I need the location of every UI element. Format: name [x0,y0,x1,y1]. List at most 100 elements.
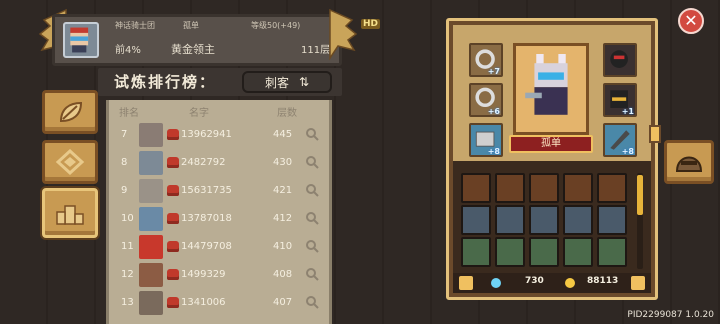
hd-badge: HD [361,19,381,29]
slot-plus: +8 [621,147,634,156]
magnifier-icon[interactable] [305,127,319,141]
avatar [63,22,99,58]
row-rank: 10 [121,213,134,224]
row-rank: 8 [121,157,128,168]
close-button[interactable]: ✕ [678,8,704,34]
lock-icon[interactable] [459,276,473,290]
rank-tier: 黄金领主 [171,43,215,56]
build-id: PID2299087 1.0.20 [627,310,714,320]
inventory-slot[interactable] [461,205,491,235]
pet-icon [167,241,179,252]
row-rank: 11 [121,241,134,252]
row-floor: 410 [273,241,293,252]
inventory-slot[interactable] [597,173,627,203]
avatar [139,123,163,147]
guild-name: 神话骑士团 [115,21,155,30]
table-row[interactable]: 11 14479708 410 [109,234,329,260]
class-label: 刺客 [264,75,289,90]
equip-slot-pet[interactable] [603,43,637,77]
table-row[interactable]: 10 13787018 412 [109,206,329,232]
table-row[interactable]: 7 13962941 445 [109,122,329,148]
row-name: 2482792 [181,157,226,168]
table-row[interactable]: 9 15631735 421 [109,178,329,204]
inventory-slot[interactable] [563,237,593,267]
equip-slot-helmet[interactable]: +1 [603,83,637,117]
table-row[interactable]: 13 1341006 407 [109,290,329,316]
pet-icon [167,129,179,140]
equip-slot-weapon[interactable]: +8 [603,123,637,157]
currency-bar: 730 88113 [453,273,651,293]
table-row[interactable]: 8 2482792 430 [109,150,329,176]
leaf-icon [59,101,83,123]
inventory-slot[interactable] [495,237,525,267]
coin-icon [565,278,575,288]
character-panel: +7 +6 +8 孤单 +1 +8 730 88113 [446,18,661,300]
slot-plus: +6 [487,107,500,116]
pet-icon [167,185,179,196]
magnifier-icon[interactable] [305,295,319,309]
row-rank: 12 [121,269,134,280]
inventory-scroll-thumb[interactable] [637,175,643,215]
avatar [139,291,163,315]
inventory-slot[interactable] [563,173,593,203]
equip-slot-ring[interactable]: +7 [469,43,503,77]
character-portrait [513,43,589,135]
nav-tab-talent[interactable] [42,90,98,134]
inventory-slot[interactable] [495,205,525,235]
character-name: 孤单 [509,135,593,153]
magnifier-icon[interactable] [305,267,319,281]
inventory-slot[interactable] [597,205,627,235]
nav-tab-ranking[interactable] [42,188,98,238]
ranking-header: 试炼排行榜： 刺客 ⇅ [98,68,342,96]
row-name: 13787018 [181,213,232,224]
inventory-slot[interactable] [597,237,627,267]
close-icon: ✕ [684,11,698,30]
pet-icon [167,297,179,308]
inventory-slot[interactable] [563,205,593,235]
gem-count: 730 [525,276,544,286]
inventory-slot[interactable] [529,237,559,267]
row-floor: 408 [273,269,293,280]
helmet-icon [675,156,703,172]
ranking-list[interactable]: 排名 名字 层数 7 13962941 445 8 2482792 430 9 1563173… [106,100,332,324]
magnifier-icon[interactable] [305,239,319,253]
avatar [139,207,163,231]
inventory-slot[interactable] [461,173,491,203]
row-floor: 407 [273,297,293,308]
inventory-slot[interactable] [495,173,525,203]
menu-icon[interactable] [631,276,645,290]
equipment-area: +7 +6 +8 孤单 +1 +8 [453,25,661,161]
helmet-tab-button[interactable] [664,140,714,184]
avatar [139,235,163,259]
magnifier-icon[interactable] [305,155,319,169]
table-row[interactable]: 12 1499329 408 [109,262,329,288]
row-rank: 9 [121,185,128,196]
panel-side-tab[interactable] [649,125,661,143]
row-rank: 7 [121,129,128,140]
avatar [139,179,163,203]
row-rank: 13 [121,297,134,308]
equip-slot-necklace[interactable]: +6 [469,83,503,117]
podium-icon [56,205,84,225]
swap-icon: ⇅ [298,75,310,89]
player-level: 等级50(+49) [251,21,301,30]
row-name: 15631735 [181,185,232,196]
player-name: 孤单 [183,21,199,30]
row-name: 1341006 [181,297,226,308]
avatar [139,151,163,175]
pet-icon [167,213,179,224]
inventory-slot[interactable] [529,205,559,235]
magnifier-icon[interactable] [305,211,319,225]
row-name: 1499329 [181,269,226,280]
ranking-title: 试炼排行榜： [114,73,217,91]
row-name: 13962941 [181,129,232,140]
col-name: 名字 [189,108,209,119]
inventory-slot[interactable] [529,173,559,203]
equip-slot-belt[interactable]: +8 [469,123,503,157]
inventory-slot[interactable] [461,237,491,267]
diamond-icon [55,149,85,175]
coin-count: 88113 [587,276,619,286]
class-switch-button[interactable]: 刺客 ⇅ [242,71,332,93]
magnifier-icon[interactable] [305,183,319,197]
nav-tab-gems[interactable] [42,140,98,184]
